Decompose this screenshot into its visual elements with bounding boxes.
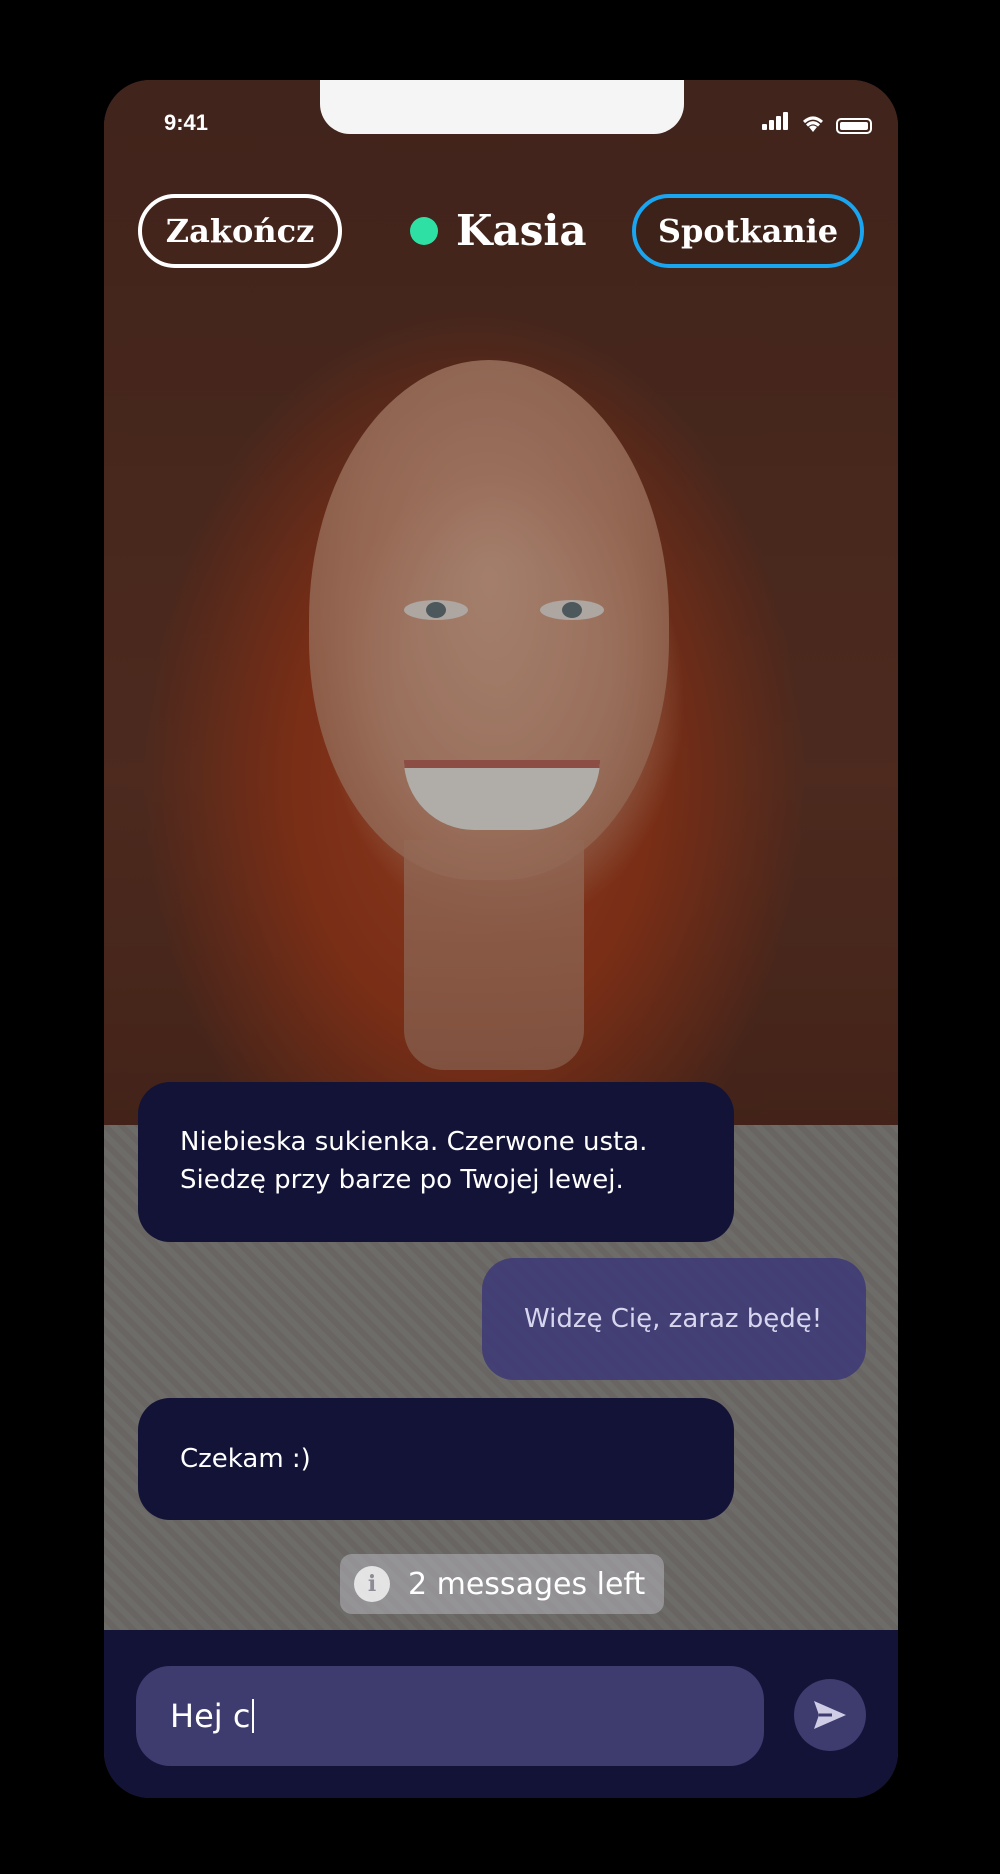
message-line: Widzę Cię, zaraz będę! — [524, 1304, 823, 1334]
message-incoming: Czekam :) — [138, 1398, 734, 1520]
messages-left-text: 2 messages left — [408, 1566, 646, 1602]
contact-name: Kasia — [456, 206, 587, 255]
end-chat-button[interactable]: Zakończ — [138, 194, 342, 268]
message-incoming: Niebieska sukienka. Czerwone usta. Siedz… — [138, 1082, 734, 1242]
contact-header: Kasia — [410, 206, 587, 255]
messages-left-notice: i 2 messages left — [340, 1554, 664, 1614]
send-button[interactable] — [794, 1679, 866, 1751]
battery-icon — [836, 118, 872, 134]
phone-screen: 9:41 Zakończ Kasia Spotkanie Niebieska s… — [104, 80, 898, 1798]
info-icon: i — [354, 1566, 390, 1602]
status-icons — [762, 112, 872, 134]
wifi-icon — [803, 116, 823, 132]
message-line: Siedzę przy barze po Twojej lewej. — [180, 1165, 624, 1195]
send-icon — [814, 1701, 846, 1729]
message-line: Czekam :) — [180, 1444, 311, 1474]
device-notch — [320, 80, 684, 134]
online-status-icon — [410, 216, 438, 245]
message-input[interactable]: Hej c — [136, 1666, 764, 1766]
message-composer: Hej c — [104, 1630, 898, 1798]
cellular-signal-icon — [762, 112, 790, 134]
message-outgoing: Widzę Cię, zaraz będę! — [482, 1258, 866, 1380]
text-caret — [252, 1699, 255, 1733]
meeting-button[interactable]: Spotkanie — [632, 194, 864, 268]
message-line: Niebieska sukienka. Czerwone usta. — [180, 1127, 648, 1157]
status-time: 9:41 — [164, 110, 209, 135]
message-input-value: Hej c — [170, 1697, 251, 1735]
